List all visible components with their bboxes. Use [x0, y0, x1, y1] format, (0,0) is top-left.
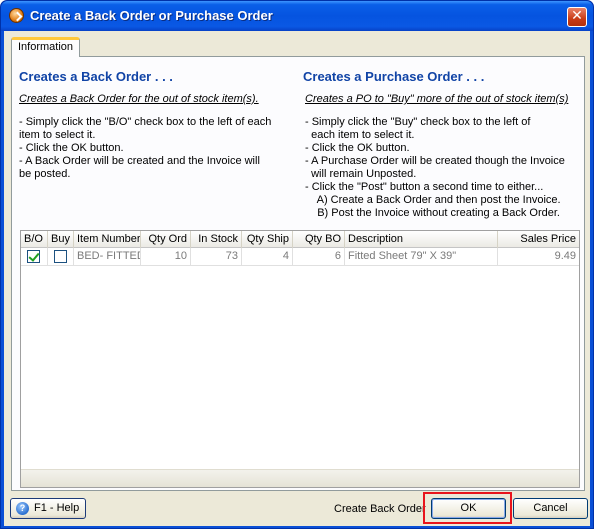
bo-checkbox[interactable]: [27, 250, 40, 263]
dialog-window: Create a Back Order or Purchase Order ✕ …: [0, 0, 594, 529]
cell-qty-ord: 10: [141, 248, 191, 266]
column-header-qty-ship[interactable]: Qty Ship: [242, 231, 293, 248]
title-bar[interactable]: Create a Back Order or Purchase Order ✕: [1, 1, 593, 31]
column-header-qty-ord[interactable]: Qty Ord: [141, 231, 191, 248]
column-header-item-number[interactable]: Item Number: [74, 231, 141, 248]
column-header-in-stock[interactable]: In Stock: [191, 231, 242, 248]
column-header-buy[interactable]: Buy: [48, 231, 74, 248]
buy-checkbox[interactable]: [54, 250, 67, 263]
app-icon: [9, 8, 24, 23]
cell-qty-ship: 4: [242, 248, 293, 266]
ok-button[interactable]: OK: [431, 498, 506, 519]
cell-item-number: BED- FITTED: [74, 248, 141, 266]
help-icon: ?: [16, 502, 29, 515]
back-order-heading: Creates a Back Order . . .: [19, 69, 173, 84]
help-label: F1 - Help: [34, 502, 80, 514]
purchase-order-heading: Creates a Purchase Order . . .: [303, 69, 485, 84]
cell-description: Fitted Sheet 79" X 39": [345, 248, 498, 266]
create-back-order-label: Create Back Order: [334, 503, 426, 515]
window-title: Create a Back Order or Purchase Order: [30, 8, 273, 23]
cell-buy: [48, 248, 74, 266]
cell-in-stock: 73: [191, 248, 242, 266]
dialog-body: Information Creates a Back Order . . . C…: [4, 31, 590, 526]
column-header-description[interactable]: Description: [345, 231, 498, 248]
purchase-order-subheading: Creates a PO to "Buy" more of the out of…: [305, 93, 569, 105]
close-button[interactable]: ✕: [567, 7, 587, 27]
cell-sales-price: 9.49: [498, 248, 579, 266]
back-order-instructions: - Simply click the "B/O" check box to th…: [19, 116, 272, 180]
horizontal-scrollbar[interactable]: [21, 469, 579, 487]
column-header-qty-bo[interactable]: Qty BO: [293, 231, 345, 248]
purchase-order-instructions: - Simply click the "Buy" check box to th…: [305, 116, 565, 219]
grid-header: B/O Buy Item Number Qty Ord In Stock Qty…: [21, 231, 579, 248]
help-button[interactable]: ? F1 - Help: [10, 498, 86, 519]
cell-qty-bo: 6: [293, 248, 345, 266]
column-header-sales-price[interactable]: Sales Price: [498, 231, 579, 248]
back-order-subheading: Creates a Back Order for the out of stoc…: [19, 93, 259, 105]
items-grid: B/O Buy Item Number Qty Ord In Stock Qty…: [20, 230, 580, 488]
information-panel: Creates a Back Order . . . Creates a Bac…: [11, 56, 585, 491]
column-header-bo[interactable]: B/O: [21, 231, 48, 248]
cancel-button[interactable]: Cancel: [513, 498, 588, 519]
table-row[interactable]: BED- FITTED 10 73 4 6 Fitted Sheet 79" X…: [21, 248, 579, 266]
cell-bo: [21, 248, 48, 266]
tab-information[interactable]: Information: [11, 37, 80, 57]
